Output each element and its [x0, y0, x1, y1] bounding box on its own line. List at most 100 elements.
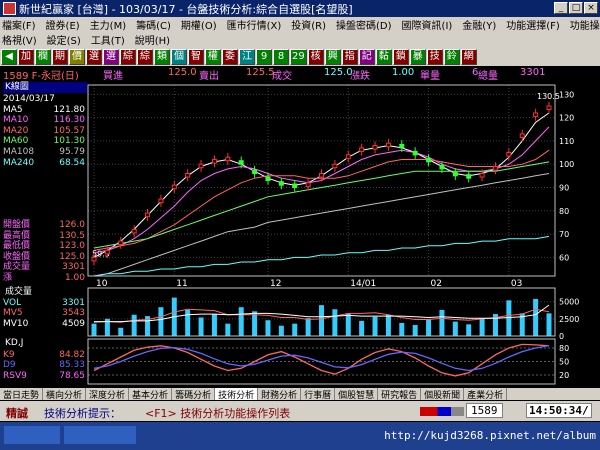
price-value: 130.5: [59, 230, 85, 241]
menu-forex[interactable]: 匯市行情(X): [227, 17, 282, 32]
price-value: 126.0: [59, 220, 85, 230]
candle-body: [359, 147, 365, 152]
quote-bar: 1589 F-永冠(日) 買進 125.0 賣出 125.5 成交 125.0 …: [0, 67, 600, 82]
kd-line: [93, 343, 550, 377]
menu-trading-code[interactable]: 操盤密碼(D): [336, 17, 392, 32]
menu-main-force[interactable]: 主力(M): [90, 17, 126, 32]
ma-row: MA5 121.80: [3, 105, 85, 116]
minimize-button[interactable]: _: [554, 2, 568, 14]
candle-body: [506, 152, 512, 157]
candle-body: [479, 173, 485, 178]
toolbar-button[interactable]: 綜: [137, 48, 153, 65]
toolbar-button[interactable]: 委: [222, 48, 238, 65]
toolbar-button[interactable]: 鎖: [392, 48, 409, 65]
toolbar-button[interactable]: 選: [86, 48, 102, 65]
volume-bar: [426, 319, 432, 336]
menu-international[interactable]: 國際資訊(I): [402, 17, 453, 32]
tab-item[interactable]: 技術分析: [215, 388, 259, 400]
ma-list: MA5 121.80 MA10 116.30 MA20 105.57 MA60 101.30 M…: [3, 105, 85, 169]
tab-item[interactable]: 個股新聞: [421, 388, 465, 400]
tab-item[interactable]: 行事曆: [301, 388, 336, 400]
toolbar-button[interactable]: 類: [154, 48, 170, 65]
toolbar-button[interactable]: 核: [307, 48, 324, 65]
tab-item[interactable]: 籌碼分析: [172, 388, 216, 400]
toolbar-button[interactable]: 8: [273, 48, 289, 65]
candle-body: [372, 145, 378, 150]
toolbar-button[interactable]: 綜: [120, 48, 136, 65]
stock-code-input[interactable]: 1589: [466, 403, 503, 418]
menu-options[interactable]: 期權(O): [181, 17, 217, 32]
menu-finance[interactable]: 金融(Y): [462, 17, 496, 32]
toolbar-button[interactable]: 9: [256, 48, 272, 65]
window-title: 新世紀贏家 [台灣] - 103/03/17 - 台盤技術分析:綜合自選股[名望…: [19, 2, 353, 16]
toolbar-button[interactable]: 29: [290, 48, 307, 65]
toolbar-button[interactable]: 網: [460, 48, 477, 65]
price-value: 125.0: [59, 251, 85, 262]
toolbar-button[interactable]: 期: [52, 48, 68, 65]
taskbar-item-2[interactable]: [64, 426, 136, 444]
toolbar-button[interactable]: 技: [426, 48, 443, 65]
menu-tools[interactable]: 工具(T): [91, 32, 125, 47]
toolbar-button[interactable]: 權: [205, 48, 221, 65]
tab-item[interactable]: 深度分析: [86, 388, 130, 400]
toolbar-button[interactable]: 個: [171, 48, 187, 65]
menu-securities[interactable]: 證券(E): [46, 17, 80, 32]
menu-view[interactable]: 格視(V): [2, 32, 37, 47]
toolbar-button[interactable]: 選: [103, 48, 119, 65]
menu-help[interactable]: 說明(H): [135, 32, 170, 47]
maximize-button[interactable]: □: [569, 2, 583, 14]
stock-symbol[interactable]: 1589 F-永冠(日): [3, 67, 79, 82]
toolbar-button[interactable]: 指: [341, 48, 358, 65]
tab-item[interactable]: 研究報告: [378, 388, 422, 400]
toolbar: ◀ 加欄期價選選綜綜類個智權委江 9 8 29 核興指記黏鎖暴技鈴網: [0, 47, 600, 66]
toolbar-button[interactable]: 價: [69, 48, 85, 65]
candle-body: [533, 112, 539, 117]
menu-function-select[interactable]: 功能選擇(F): [506, 17, 560, 32]
menu-settings[interactable]: 設定(S): [47, 32, 81, 47]
tab-item[interactable]: 財務分析: [258, 388, 302, 400]
trade-value: 125.0: [324, 67, 353, 78]
kd-line: [93, 344, 550, 372]
toolbar-button[interactable]: 暴: [409, 48, 426, 65]
toolbar-button[interactable]: 加: [18, 48, 34, 65]
buy-value: 125.0: [168, 67, 197, 78]
tab-item[interactable]: 產業分析: [464, 388, 508, 400]
tab-item[interactable]: 橫向分析: [43, 388, 87, 400]
ma-value: 121.80: [53, 104, 86, 115]
menu-chips[interactable]: 籌碼(C): [136, 17, 171, 32]
ma-name: MA5: [3, 104, 23, 115]
ma-row: MA10 116.30: [3, 115, 85, 126]
menu-function-operate[interactable]: 功能操作(E): [570, 17, 600, 32]
ma-line: [93, 235, 550, 277]
candle-body: [519, 133, 525, 138]
volume-bar: [131, 314, 137, 336]
y-tick-label: 120: [559, 114, 574, 123]
tab-item[interactable]: 基本分析: [129, 388, 173, 400]
tab-item[interactable]: 個股智慧: [335, 388, 379, 400]
legend-name: VOL: [3, 298, 22, 308]
toolbar-button[interactable]: 黏: [375, 48, 392, 65]
taskbar-item-1[interactable]: [4, 426, 60, 444]
technical-chart[interactable]: 6070809010011012013010 11 12 14/01 02 03130.5…: [0, 81, 600, 388]
toolbar-button[interactable]: 興: [324, 48, 341, 65]
toolbar-button[interactable]: 江: [239, 48, 255, 65]
volume-bar: [91, 323, 97, 336]
volume-bar: [305, 318, 311, 336]
toolbar-button[interactable]: 欄: [35, 48, 51, 65]
close-button[interactable]: ×: [584, 2, 598, 14]
candle-body: [185, 173, 191, 178]
legend-value: 85.33: [59, 360, 85, 371]
volume-bar: [238, 307, 244, 336]
ma-panel: 2014/03/17 MA5 121.80 MA10 116.30 MA20 105.57…: [3, 94, 85, 168]
toolbar-button[interactable]: ◀: [1, 48, 17, 65]
tab-item[interactable]: 當日走勢: [0, 388, 44, 400]
menu-investment[interactable]: 投資(R): [291, 17, 326, 32]
price-row: 最低價 123.0: [3, 241, 85, 252]
ma-value: 68.54: [59, 157, 85, 168]
toolbar-button[interactable]: 鈴: [443, 48, 460, 65]
toolbar-button[interactable]: 記: [358, 48, 375, 65]
buy-label: 買進: [103, 71, 123, 82]
legend-value: 78.65: [59, 370, 85, 381]
toolbar-button[interactable]: 智: [188, 48, 204, 65]
menu-file[interactable]: 檔案(F): [2, 17, 36, 32]
